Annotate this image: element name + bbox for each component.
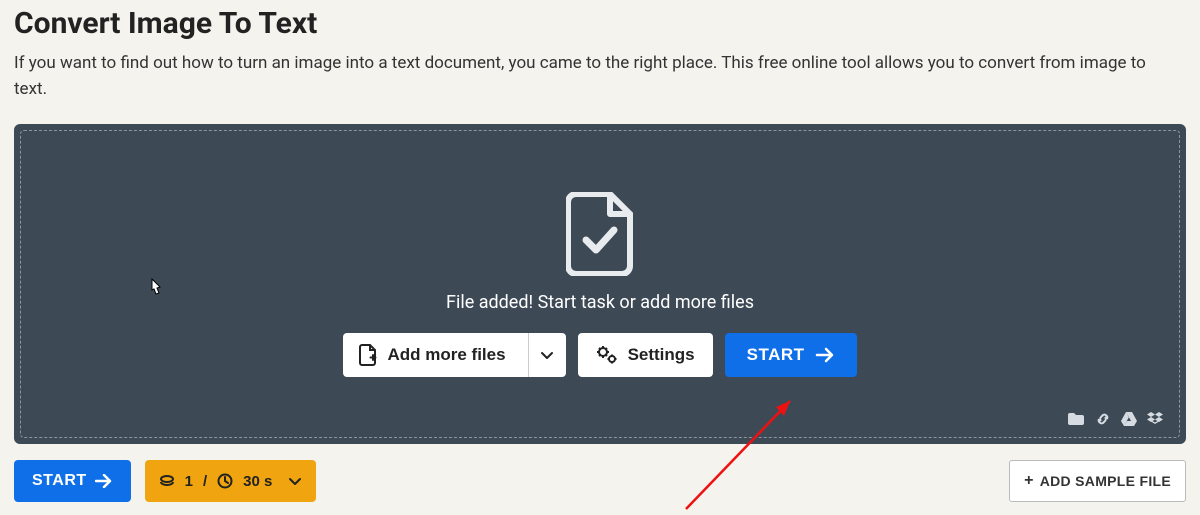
- start-button-bottom[interactable]: START: [14, 460, 131, 502]
- dropzone-inner: File added! Start task or add more files…: [20, 130, 1180, 438]
- dropbox-icon[interactable]: [1147, 412, 1163, 426]
- arrow-right-icon: [95, 474, 113, 488]
- google-drive-icon[interactable]: [1121, 412, 1137, 426]
- settings-button[interactable]: Settings: [578, 333, 713, 377]
- settings-label: Settings: [628, 345, 695, 365]
- file-plus-icon: [359, 344, 377, 366]
- bottom-bar: START 1 / 30 s + ADD SAMPLE FILE: [14, 460, 1186, 502]
- chevron-down-icon: [288, 474, 302, 488]
- plus-icon: +: [1024, 473, 1034, 489]
- upload-source-icons: [1067, 411, 1163, 427]
- chevron-down-icon: [540, 348, 554, 362]
- queue-status-button[interactable]: 1 / 30 s: [145, 460, 317, 502]
- add-sample-label: ADD SAMPLE FILE: [1040, 473, 1171, 489]
- start-button-main[interactable]: START: [725, 333, 857, 377]
- add-sample-file-button[interactable]: + ADD SAMPLE FILE: [1009, 460, 1186, 502]
- clock-icon: [217, 473, 233, 489]
- layers-icon: [159, 475, 175, 487]
- start-label: START: [747, 345, 805, 365]
- page-subtitle: If you want to find out how to turn an i…: [14, 51, 1164, 102]
- gears-icon: [596, 345, 618, 365]
- folder-icon[interactable]: [1067, 412, 1085, 426]
- add-more-dropdown-button[interactable]: [528, 333, 566, 377]
- add-more-group: Add more files: [343, 333, 565, 377]
- dropzone[interactable]: File added! Start task or add more files…: [14, 124, 1186, 444]
- start-label-bottom: START: [32, 472, 87, 490]
- dropzone-status-text: File added! Start task or add more files: [446, 292, 754, 313]
- add-more-label: Add more files: [387, 345, 505, 365]
- page-title: Convert Image To Text: [14, 6, 1186, 41]
- add-more-files-button[interactable]: Add more files: [343, 333, 527, 377]
- queue-sep: /: [203, 473, 207, 490]
- queue-count: 1: [185, 473, 193, 490]
- action-row: Add more files: [343, 333, 856, 377]
- bottom-left-controls: START 1 / 30 s: [14, 460, 316, 502]
- file-check-icon: [566, 192, 634, 276]
- time-value: 30 s: [243, 473, 272, 490]
- arrow-right-icon: [815, 347, 835, 363]
- link-icon[interactable]: [1095, 411, 1111, 427]
